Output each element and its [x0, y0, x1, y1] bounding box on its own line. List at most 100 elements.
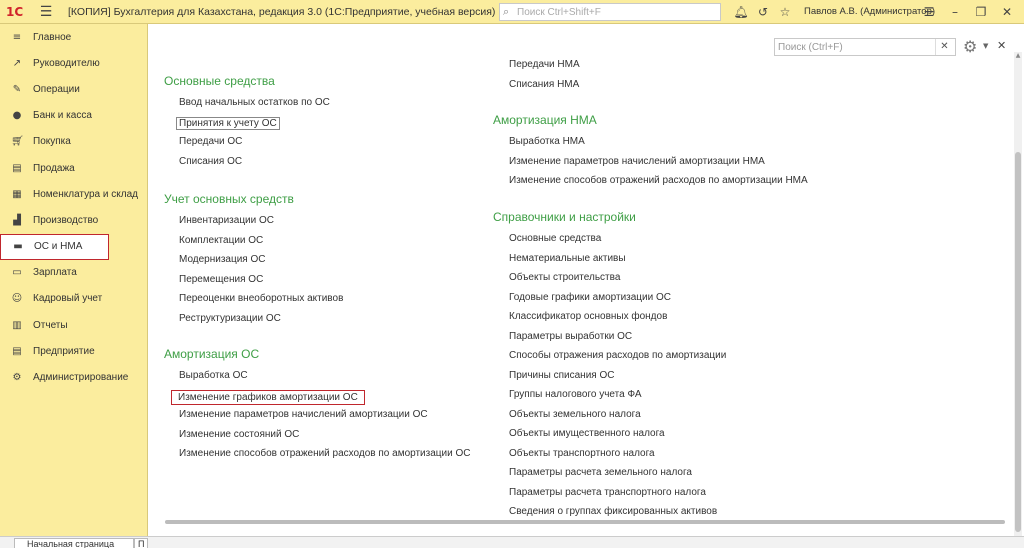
- nav-link[interactable]: Объекты имущественного налога: [509, 428, 665, 439]
- sidebar-item[interactable]: ✎ Операции: [0, 76, 147, 102]
- sidebar-item[interactable]: ▭ Зарплата: [0, 260, 147, 286]
- sidebar-item-label: Администрирование: [33, 372, 129, 384]
- section-title: Амортизация НМА: [493, 113, 597, 127]
- nav-link[interactable]: Объекты строительства: [509, 272, 620, 283]
- sidebar-item[interactable]: ≡ Главное: [0, 24, 147, 50]
- nav-link[interactable]: Классификатор основных фондов: [509, 311, 667, 322]
- nav-link[interactable]: Изменение способов отражений расходов по…: [179, 448, 470, 459]
- nav-link[interactable]: Годовые графики амортизации ОС: [509, 292, 671, 303]
- tab-second[interactable]: П: [134, 538, 148, 548]
- settings-gear-icon[interactable]: ⚙: [963, 37, 977, 56]
- nav-link[interactable]: Ввод начальных остатков по ОС: [179, 97, 330, 108]
- vertical-scrollbar[interactable]: ▲: [1014, 52, 1022, 536]
- trend-icon: ↗: [12, 57, 22, 69]
- nav-link[interactable]: Инвентаризации ОС: [179, 215, 274, 226]
- bell-icon[interactable]: 🔔︎: [730, 5, 752, 19]
- gear-icon: ⚙: [12, 372, 22, 384]
- nav-link[interactable]: Параметры расчета земельного налога: [509, 467, 692, 478]
- nav-link[interactable]: Изменение состояний ОС: [179, 429, 299, 440]
- sidebar-item[interactable]: ↗ Руководителю: [0, 50, 147, 76]
- nav-link[interactable]: Причины списания ОС: [509, 370, 614, 381]
- horizontal-scrollbar[interactable]: [165, 520, 1005, 524]
- nav-link[interactable]: Изменение параметров начислений амортиза…: [509, 156, 765, 167]
- hamburger-menu-icon[interactable]: ☰: [38, 4, 54, 20]
- sidebar-item-label: Отчеты: [33, 319, 68, 331]
- main-panel: ✕ ⚙ ▼ ✕ Основные средства Ввод начальных …: [149, 24, 1024, 536]
- clear-search-icon[interactable]: ✕: [935, 39, 953, 55]
- sidebar-item-label: Банк и касса: [33, 110, 92, 122]
- sidebar-item-label: Покупка: [33, 136, 71, 148]
- title-bar: 1С ☰ [КОПИЯ] Бухгалтерия для Казахстана,…: [0, 0, 1024, 24]
- nav-link[interactable]: Сведения о группах фиксированных активов: [509, 506, 717, 517]
- nav-link[interactable]: Нематериальные активы: [509, 253, 626, 264]
- sidebar-item-label: Операции: [33, 83, 80, 95]
- bottom-tabs-bar: Начальная страница П: [0, 536, 1024, 548]
- minimize-icon[interactable]: –: [942, 5, 968, 19]
- nav-link[interactable]: Выработка НМА: [509, 136, 585, 147]
- nav-link[interactable]: Изменение графиков амортизации ОС: [171, 389, 365, 405]
- scroll-up-icon[interactable]: ▲: [1014, 52, 1022, 59]
- scroll-thumb[interactable]: [1015, 152, 1021, 532]
- nav-link[interactable]: Передачи ОС: [179, 136, 242, 147]
- global-search[interactable]: ⌕: [499, 3, 721, 21]
- nav-link[interactable]: Изменение способов отражений расходов по…: [509, 175, 808, 186]
- sidebar-item[interactable]: ▟ Производство: [0, 207, 147, 233]
- history-icon[interactable]: ↺: [752, 5, 774, 19]
- window-title: [КОПИЯ] Бухгалтерия для Казахстана, реда…: [68, 5, 496, 18]
- star-icon[interactable]: ☆: [774, 5, 796, 19]
- nav-link[interactable]: Объекты транспортного налога: [509, 448, 655, 459]
- nav-link[interactable]: Передачи НМА: [509, 59, 580, 70]
- nav-link[interactable]: Изменение параметров начислений амортиза…: [179, 409, 428, 420]
- restore-icon[interactable]: ❐: [968, 5, 994, 19]
- sidebar-item[interactable]: ● Банк и касса: [0, 103, 147, 129]
- bank-icon: ●: [12, 110, 22, 122]
- app-logo: 1С: [6, 4, 24, 19]
- cart-icon: 🛒︎: [11, 136, 24, 148]
- chevron-down-icon[interactable]: ▼: [983, 42, 988, 50]
- sidebar-item-label: Главное: [33, 31, 72, 43]
- nav-link[interactable]: Комплектации ОС: [179, 235, 263, 246]
- nav-link[interactable]: Объекты земельного налога: [509, 409, 641, 420]
- nav-link[interactable]: Параметры расчета транспортного налога: [509, 487, 706, 498]
- nav-link[interactable]: Переоценки внеоборотных активов: [179, 293, 343, 304]
- search-icon: ⌕: [503, 5, 510, 18]
- sidebar-item-label: Руководителю: [33, 57, 100, 69]
- section-search-input[interactable]: [775, 39, 935, 55]
- tab-home-page[interactable]: Начальная страница: [14, 538, 134, 548]
- warehouse-icon: ▦: [12, 188, 22, 200]
- more-menu-icon[interactable]: ☰: [916, 5, 942, 19]
- sidebar-item-label: Продажа: [33, 162, 75, 174]
- sidebar-item-label: Предприятие: [33, 345, 95, 357]
- nav-link[interactable]: Выработка ОС: [179, 370, 248, 381]
- close-panel-icon[interactable]: ✕: [997, 39, 1006, 52]
- nav-link[interactable]: Перемещения ОС: [179, 274, 263, 285]
- window-controls: ☰ – ❐ ✕: [916, 3, 1020, 21]
- nav-link[interactable]: Списания ОС: [179, 156, 242, 167]
- nav-link[interactable]: Способы отражения расходов по амортизаци…: [509, 350, 726, 361]
- sidebar-item[interactable]: ▤ Продажа: [0, 155, 147, 181]
- section-search[interactable]: ✕: [774, 38, 956, 56]
- nav-link[interactable]: Реструктуризации ОС: [179, 313, 281, 324]
- sidebar-item[interactable]: ☺ Кадровый учет: [0, 286, 147, 312]
- sidebar-item-label: Производство: [33, 214, 99, 226]
- sidebar-item-label: Номенклатура и склад: [33, 188, 138, 200]
- sidebar-item[interactable]: ⚙ Администрирование: [0, 364, 147, 390]
- factory-icon: ▟: [13, 214, 21, 226]
- sidebar-item[interactable]: ▬ ОС и НМА: [0, 233, 109, 260]
- nav-link[interactable]: Принятия к учету ОС: [176, 116, 280, 130]
- nav-link[interactable]: Параметры выработки ОС: [509, 331, 632, 342]
- nav-link[interactable]: Модернизация ОС: [179, 254, 266, 265]
- sidebar-item[interactable]: ▦ Номенклатура и склад: [0, 181, 147, 207]
- salary-icon: ▭: [12, 267, 22, 279]
- reports-icon: ▥: [12, 319, 22, 331]
- sidebar: ≡ Главное ↗ Руководителю ✎ Операции ● Банк и ка…: [0, 24, 148, 536]
- nav-link[interactable]: Группы налогового учета ФА: [509, 389, 642, 400]
- nav-link[interactable]: Основные средства: [509, 233, 601, 244]
- section-title: Амортизация ОС: [164, 347, 260, 361]
- sidebar-item[interactable]: ▤ Предприятие: [0, 338, 147, 364]
- nav-link[interactable]: Списания НМА: [509, 79, 579, 90]
- sidebar-item[interactable]: 🛒︎ Покупка: [0, 129, 147, 155]
- global-search-input[interactable]: [517, 6, 712, 18]
- sidebar-item[interactable]: ▥ Отчеты: [0, 312, 147, 338]
- close-window-icon[interactable]: ✕: [994, 5, 1020, 19]
